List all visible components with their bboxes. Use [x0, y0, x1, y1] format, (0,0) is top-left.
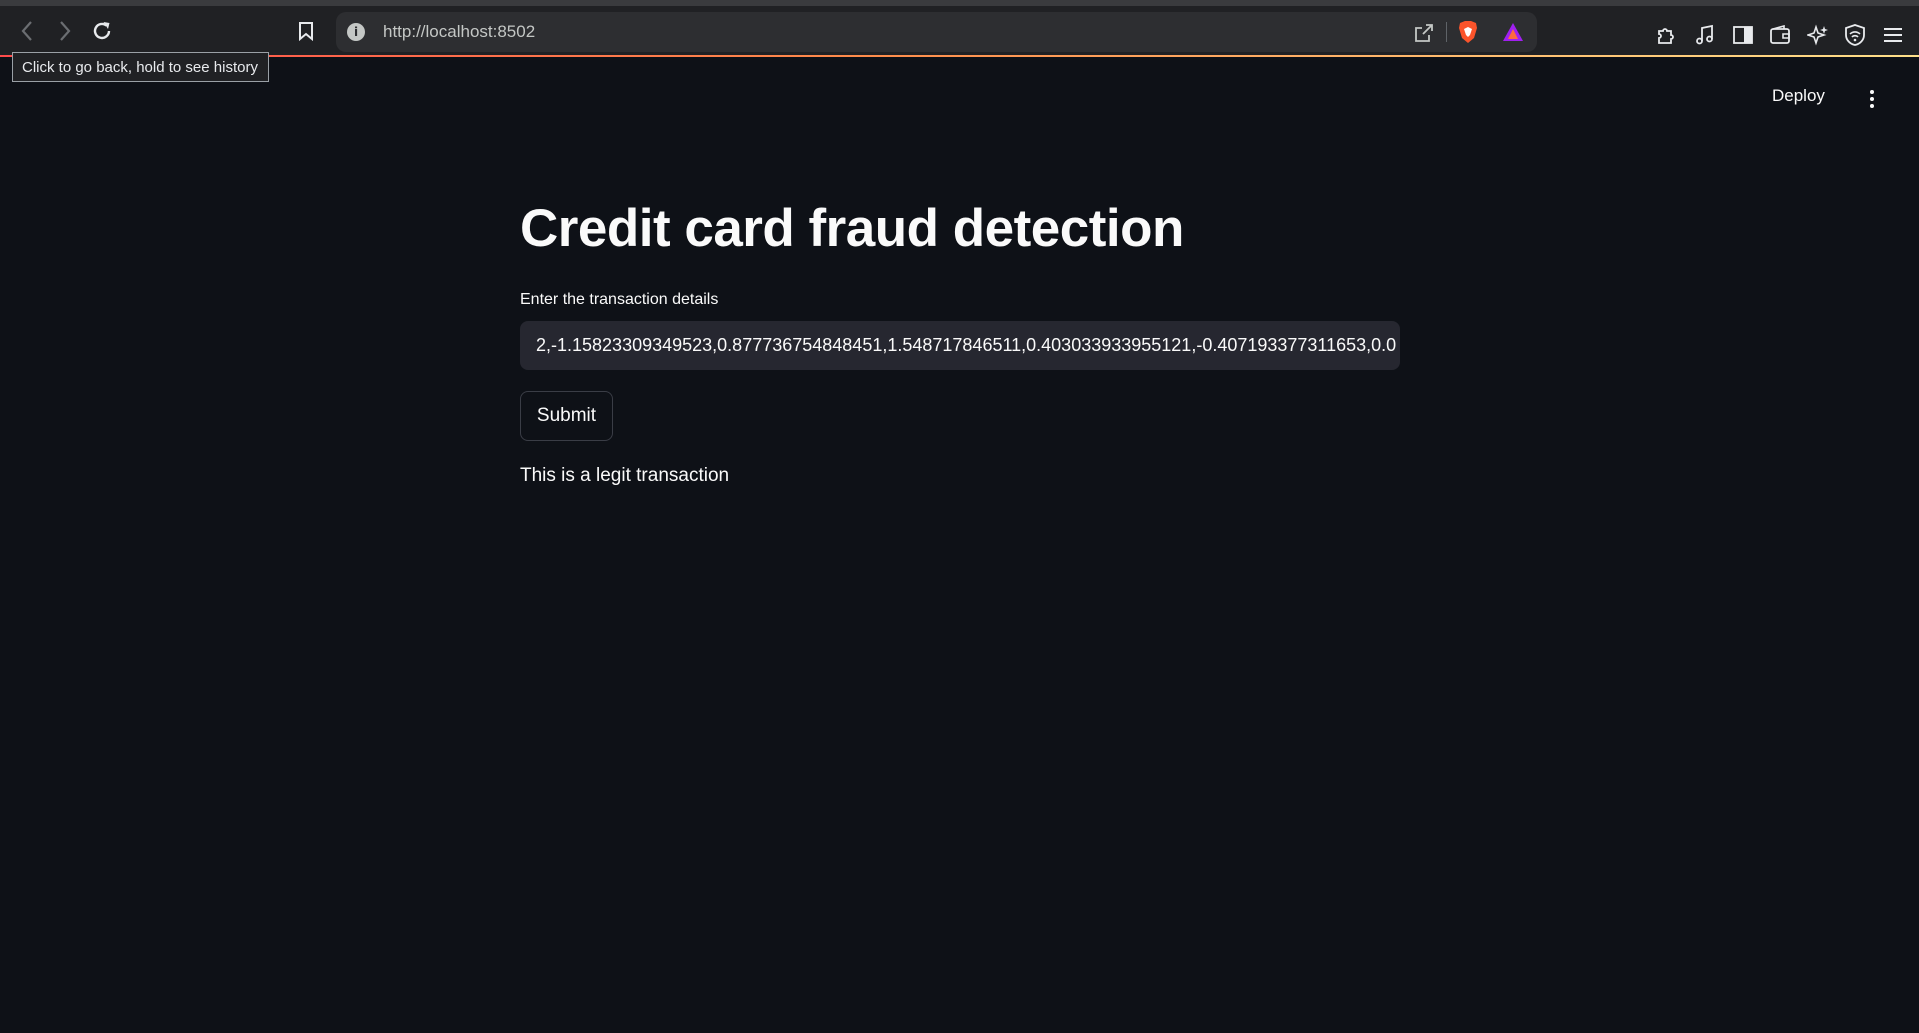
kebab-dot: [1870, 104, 1874, 108]
more-options-icon[interactable]: [1862, 88, 1882, 110]
transaction-input-label: Enter the transaction details: [520, 291, 719, 308]
media-icon[interactable]: [1692, 22, 1718, 48]
share-icon[interactable]: [1412, 21, 1436, 45]
extensions-icon[interactable]: [1653, 22, 1679, 48]
wallet-icon[interactable]: [1767, 22, 1793, 48]
deploy-button[interactable]: Deploy: [1772, 86, 1825, 106]
url-separator: [1446, 22, 1447, 42]
streamlit-header-decoration: [0, 55, 1919, 57]
vpn-icon[interactable]: [1842, 22, 1868, 48]
menu-icon[interactable]: [1880, 22, 1906, 48]
back-icon[interactable]: [10, 14, 44, 48]
prediction-result-text: This is a legit transaction: [520, 465, 730, 486]
kebab-dot: [1870, 90, 1874, 94]
url-text[interactable]: http://localhost:8502: [383, 22, 535, 42]
forward-icon[interactable]: [48, 14, 82, 48]
browser-toolbar: i http://localhost:8502: [0, 0, 1919, 55]
leo-ai-icon[interactable]: [1805, 22, 1831, 48]
brave-shields-icon[interactable]: [1457, 20, 1479, 44]
transaction-details-input[interactable]: [520, 321, 1400, 370]
site-info-icon[interactable]: i: [347, 23, 365, 41]
sidebar-icon[interactable]: [1730, 22, 1756, 48]
back-tooltip: Click to go back, hold to see history: [12, 52, 269, 82]
submit-button[interactable]: Submit: [520, 391, 613, 441]
bookmark-icon[interactable]: [291, 16, 321, 46]
address-bar[interactable]: i http://localhost:8502: [336, 12, 1537, 52]
kebab-dot: [1870, 97, 1874, 101]
brave-rewards-icon[interactable]: [1502, 22, 1524, 42]
reload-icon[interactable]: [85, 14, 119, 48]
page-title: Credit card fraud detection: [520, 199, 1184, 258]
